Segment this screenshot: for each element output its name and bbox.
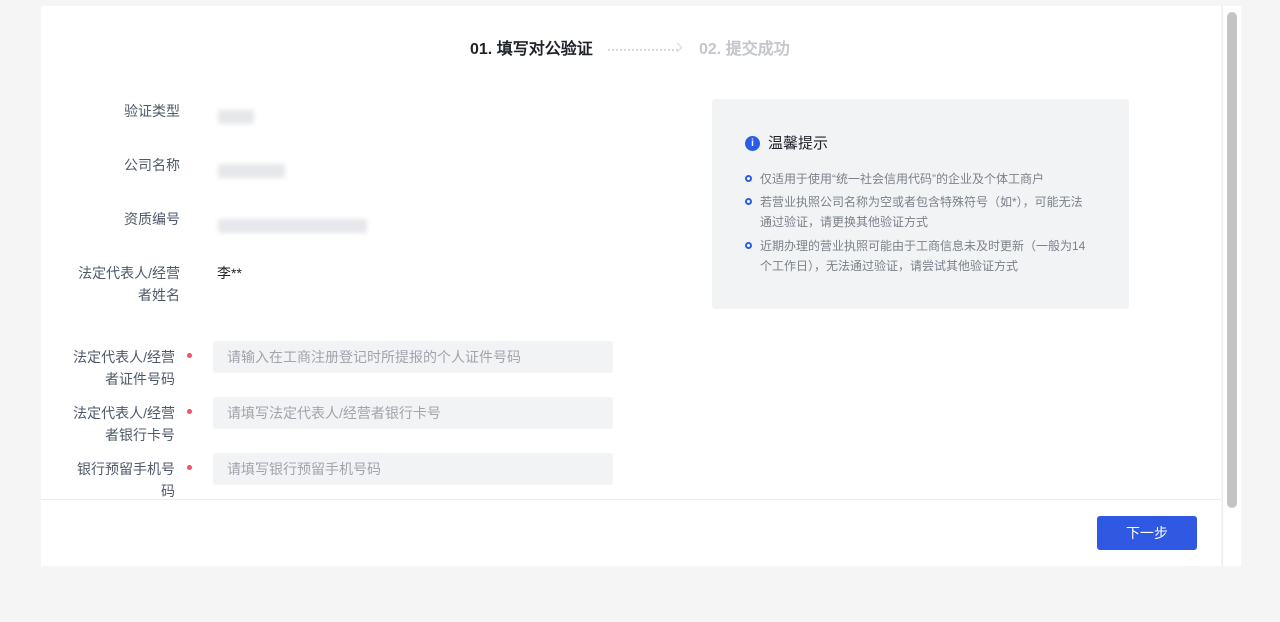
step-1-label: 01. 填写对公验证 (470, 41, 593, 58)
license-number-value-redacted (218, 219, 367, 233)
tip-item: 仅适用于使用“统一社会信用代码”的企业及个体工商户 (760, 169, 1100, 189)
tip-line: 若营业执照公司名称为空或者包含特殊符号（如*），可能无法 (760, 195, 1083, 209)
next-step-button[interactable]: 下一步 (1097, 516, 1197, 550)
bullet-icon (745, 198, 752, 205)
verify-type-value-redacted (218, 110, 254, 124)
tips-title: 温馨提示 (768, 135, 829, 152)
company-name-value-redacted (218, 164, 285, 178)
scrollbar-thumb[interactable] (1227, 12, 1237, 508)
legal-rep-name-value: 李** (217, 265, 242, 281)
tip-item: 若营业执照公司名称为空或者包含特殊符号（如*），可能无法 通过验证，请更换其他验… (760, 192, 1100, 232)
tips-panel: i 温馨提示 仅适用于使用“统一社会信用代码”的企业及个体工商户 若营业执照公司… (712, 99, 1129, 309)
step-indicator: 01. 填写对公验证 02. 提交成功 (41, 38, 1221, 62)
id-number-label-line2: 者证件号码 (105, 371, 175, 387)
required-mark (187, 353, 192, 358)
company-name-label: 公司名称 (124, 157, 180, 173)
id-number-label: 法定代表人/经营 者证件号码 (73, 346, 175, 390)
id-number-label-line1: 法定代表人/经营 (73, 349, 175, 365)
bullet-icon (745, 242, 752, 249)
bank-card-input[interactable] (213, 397, 613, 429)
tip-item: 近期办理的营业执照可能由于工商信息未及时更新（一般为14 个工作日），无法通过验… (760, 236, 1100, 276)
bank-phone-label-line1: 银行预留手机号 (77, 461, 175, 477)
legal-rep-name-label: 法定代表人/经营 者姓名 (78, 262, 180, 306)
license-number-label: 资质编号 (124, 211, 180, 227)
tip-line: 个工作日），无法通过验证，请尝试其他验证方式 (760, 259, 1019, 273)
tip-line: 近期办理的营业执照可能由于工商信息未及时更新（一般为14 (760, 239, 1086, 253)
bank-phone-label: 银行预留手机号 码 (77, 458, 175, 502)
footer-bar: 下一步 (41, 499, 1221, 567)
bullet-icon (745, 175, 752, 182)
required-mark (187, 409, 192, 414)
bank-card-label-line1: 法定代表人/经营 (73, 405, 175, 421)
id-number-input[interactable] (213, 341, 613, 373)
step-connector (608, 49, 678, 51)
required-mark (187, 465, 192, 470)
verification-card: 01. 填写对公验证 02. 提交成功 验证类型 公司名称 资质编号 法定代表人… (41, 6, 1221, 566)
info-icon: i (745, 136, 760, 151)
bank-card-label: 法定代表人/经营 者银行卡号 (73, 402, 175, 446)
legal-rep-name-label-line2: 者姓名 (138, 287, 180, 303)
bank-card-label-line2: 者银行卡号 (105, 427, 175, 443)
bank-phone-input[interactable] (213, 453, 613, 485)
tip-line: 通过验证，请更换其他验证方式 (760, 215, 929, 229)
step-2-label: 02. 提交成功 (699, 41, 790, 58)
tip-line: 仅适用于使用“统一社会信用代码”的企业及个体工商户 (760, 172, 1044, 186)
verify-type-label: 验证类型 (124, 103, 180, 119)
legal-rep-name-label-line1: 法定代表人/经营 (78, 265, 180, 281)
